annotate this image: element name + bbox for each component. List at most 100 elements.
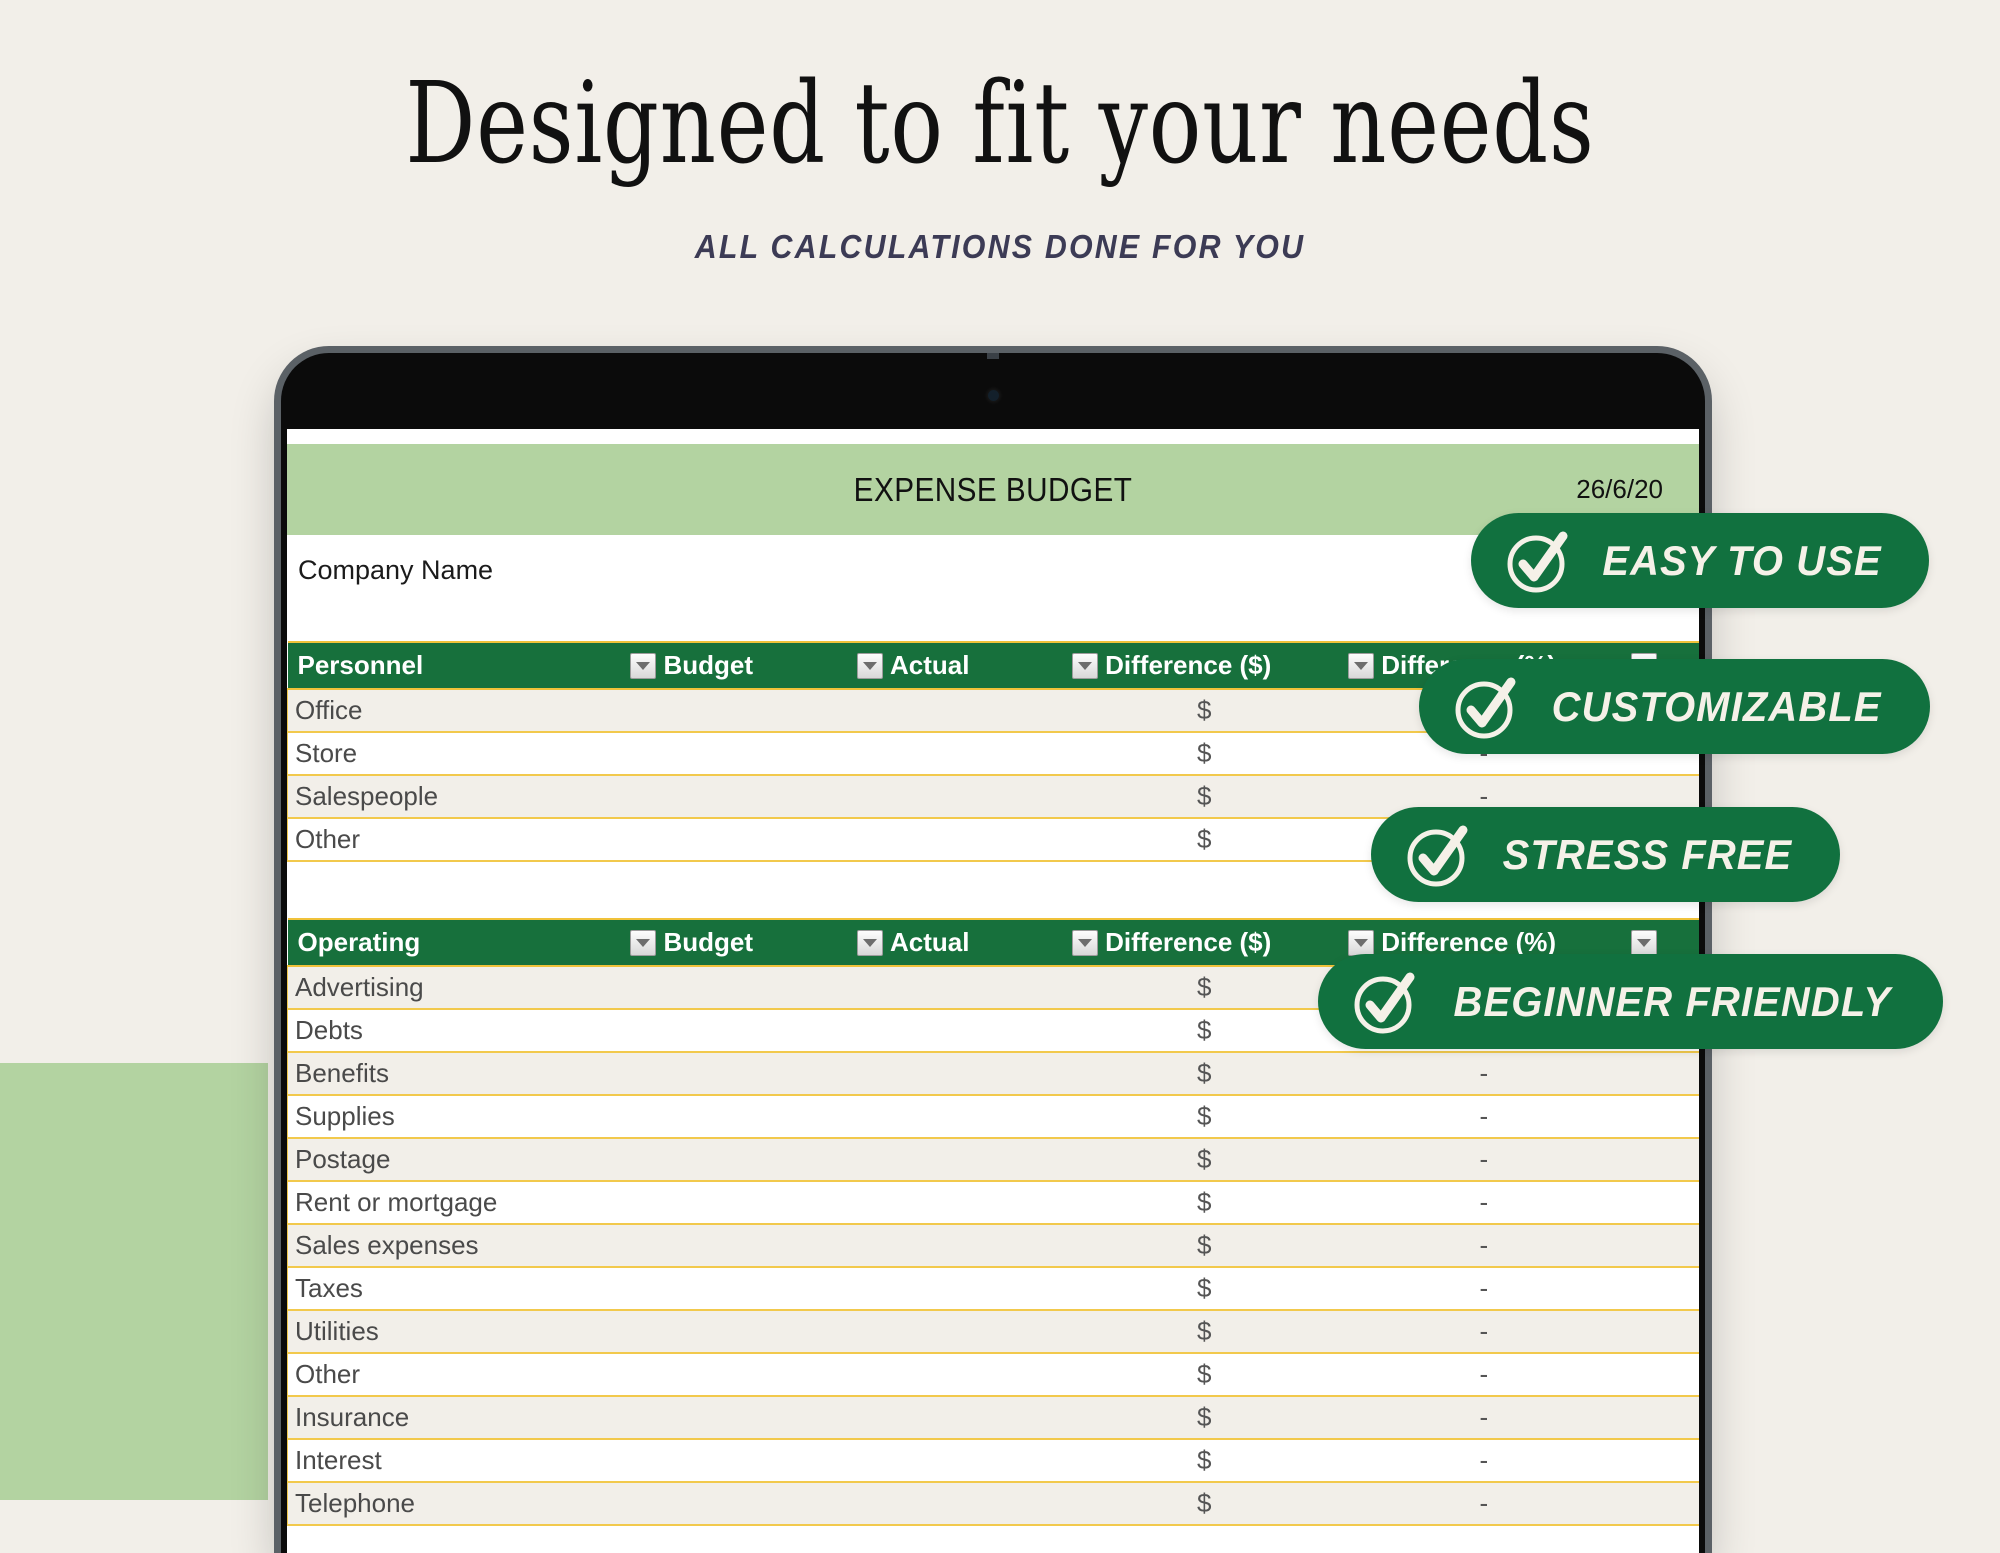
table-row[interactable]: Postage $ - xyxy=(287,1138,1699,1182)
cell-budget[interactable] xyxy=(624,1224,851,1268)
column-header-budget[interactable]: Budget xyxy=(624,641,851,690)
filter-dropdown-icon[interactable] xyxy=(1631,929,1658,956)
cell-budget[interactable] xyxy=(624,1267,851,1311)
cell-actual[interactable] xyxy=(850,966,1067,1010)
cell-budget[interactable] xyxy=(624,1396,851,1440)
table-row[interactable]: Sales expenses $ - xyxy=(287,1224,1699,1268)
check-circle-icon xyxy=(1507,531,1568,592)
row-label: Salespeople xyxy=(287,775,625,819)
cell-difference-percent: - xyxy=(1342,1181,1626,1225)
filter-dropdown-icon[interactable] xyxy=(1072,929,1099,956)
cell-budget[interactable] xyxy=(624,775,851,819)
cell-actual[interactable] xyxy=(850,1396,1067,1440)
cell-difference-dollar: $ xyxy=(1066,1138,1343,1182)
column-header-difference-dollar[interactable]: Difference ($) xyxy=(1066,641,1343,690)
table-row[interactable]: Interest $ - xyxy=(287,1439,1699,1483)
filter-dropdown-icon[interactable] xyxy=(1348,652,1375,679)
row-label: Interest xyxy=(287,1439,625,1483)
cell-actual[interactable] xyxy=(850,1052,1067,1096)
feature-badge-easy-to-use: EASY TO USE xyxy=(1471,513,1930,608)
cell-budget[interactable] xyxy=(624,818,851,862)
cell-actual[interactable] xyxy=(850,1224,1067,1268)
table-row[interactable]: Benefits $ - xyxy=(287,1052,1699,1096)
cell-budget[interactable] xyxy=(624,1482,851,1526)
cell-actual[interactable] xyxy=(850,689,1067,733)
cell-budget[interactable] xyxy=(624,1138,851,1182)
feature-badge-label: STRESS FREE xyxy=(1502,830,1793,878)
cell-budget[interactable] xyxy=(624,1052,851,1096)
spreadsheet-title: EXPENSE BUDGET xyxy=(853,470,1133,508)
column-header-personnel[interactable]: Personnel xyxy=(287,641,625,690)
table-row[interactable]: Insurance $ - xyxy=(287,1396,1699,1440)
cell-budget[interactable] xyxy=(624,689,851,733)
cell-budget[interactable] xyxy=(624,1095,851,1139)
page-subtitle: ALL CALCULATIONS DONE FOR YOU xyxy=(694,228,1306,265)
table-row[interactable]: Rent or mortgage $ - xyxy=(287,1181,1699,1225)
filter-dropdown-icon[interactable] xyxy=(630,652,657,679)
column-header-actual[interactable]: Actual xyxy=(850,641,1067,690)
decorative-green-block xyxy=(0,1063,268,1500)
cell-difference-dollar: $ xyxy=(1066,1009,1343,1053)
cell-actual[interactable] xyxy=(850,1009,1067,1053)
cell-budget[interactable] xyxy=(624,1310,851,1354)
filter-dropdown-icon[interactable] xyxy=(856,652,883,679)
cell-difference-dollar: $ xyxy=(1066,818,1343,862)
cell-extra xyxy=(1625,1310,1699,1354)
row-label: Postage xyxy=(287,1138,625,1182)
cell-actual[interactable] xyxy=(850,775,1067,819)
cell-budget[interactable] xyxy=(624,1181,851,1225)
filter-dropdown-icon[interactable] xyxy=(630,929,657,956)
table-row[interactable]: Supplies $ - xyxy=(287,1095,1699,1139)
cell-difference-percent: - xyxy=(1342,1439,1626,1483)
column-header-personnel-label: Personnel xyxy=(297,650,424,680)
cell-difference-dollar: $ xyxy=(1066,1439,1343,1483)
cell-actual[interactable] xyxy=(850,1482,1067,1526)
company-name-value: Company Name xyxy=(298,555,494,585)
cell-difference-dollar: $ xyxy=(1066,966,1343,1010)
row-label: Other xyxy=(287,1353,625,1397)
table-row[interactable]: Taxes $ - xyxy=(287,1267,1699,1311)
row-label: Insurance xyxy=(287,1396,625,1440)
table-row[interactable]: Other $ - xyxy=(287,1353,1699,1397)
filter-dropdown-icon[interactable] xyxy=(1072,652,1099,679)
cell-difference-dollar: $ xyxy=(1066,1095,1343,1139)
cell-budget[interactable] xyxy=(624,1353,851,1397)
cell-budget[interactable] xyxy=(624,732,851,776)
cell-actual[interactable] xyxy=(850,1267,1067,1311)
cell-actual[interactable] xyxy=(850,1439,1067,1483)
column-header-operating[interactable]: Operating xyxy=(287,918,625,967)
filter-dropdown-icon[interactable] xyxy=(1348,929,1375,956)
table-row[interactable]: Utilities $ - xyxy=(287,1310,1699,1354)
cell-budget[interactable] xyxy=(624,1439,851,1483)
cell-budget[interactable] xyxy=(624,966,851,1010)
cell-actual[interactable] xyxy=(850,1181,1067,1225)
cell-difference-percent: - xyxy=(1342,1310,1626,1354)
feature-badge-stress-free: STRESS FREE xyxy=(1371,807,1840,902)
cell-actual[interactable] xyxy=(850,1095,1067,1139)
cell-extra xyxy=(1625,1439,1699,1483)
page-title: Designed to fit your needs xyxy=(405,59,1595,189)
cell-actual[interactable] xyxy=(850,732,1067,776)
column-header-budget[interactable]: Budget xyxy=(624,918,851,967)
cell-difference-percent: - xyxy=(1342,1052,1626,1096)
cell-extra xyxy=(1625,1138,1699,1182)
row-label: Taxes xyxy=(287,1267,625,1311)
column-header-actual[interactable]: Actual xyxy=(850,918,1067,967)
cell-actual[interactable] xyxy=(850,818,1067,862)
cell-difference-percent: - xyxy=(1342,1353,1626,1397)
cell-actual[interactable] xyxy=(850,1310,1067,1354)
table-row[interactable]: Telephone $ - xyxy=(287,1482,1699,1526)
cell-extra xyxy=(1625,1353,1699,1397)
cell-budget[interactable] xyxy=(624,1009,851,1053)
cell-actual[interactable] xyxy=(850,1138,1067,1182)
cell-extra xyxy=(1625,1224,1699,1268)
sheet-spacer xyxy=(287,606,1699,641)
cell-difference-dollar: $ xyxy=(1066,1353,1343,1397)
cell-difference-dollar: $ xyxy=(1066,1224,1343,1268)
feature-badge-label: CUSTOMIZABLE xyxy=(1551,682,1882,730)
column-header-difference-dollar[interactable]: Difference ($) xyxy=(1066,918,1343,967)
cell-actual[interactable] xyxy=(850,1353,1067,1397)
operating-table-body: Advertising$-Debts$-Benefits$-Supplies$-… xyxy=(287,966,1699,1526)
filter-dropdown-icon[interactable] xyxy=(856,929,883,956)
column-header-difference-dollar-label: Difference ($) xyxy=(1105,927,1272,957)
